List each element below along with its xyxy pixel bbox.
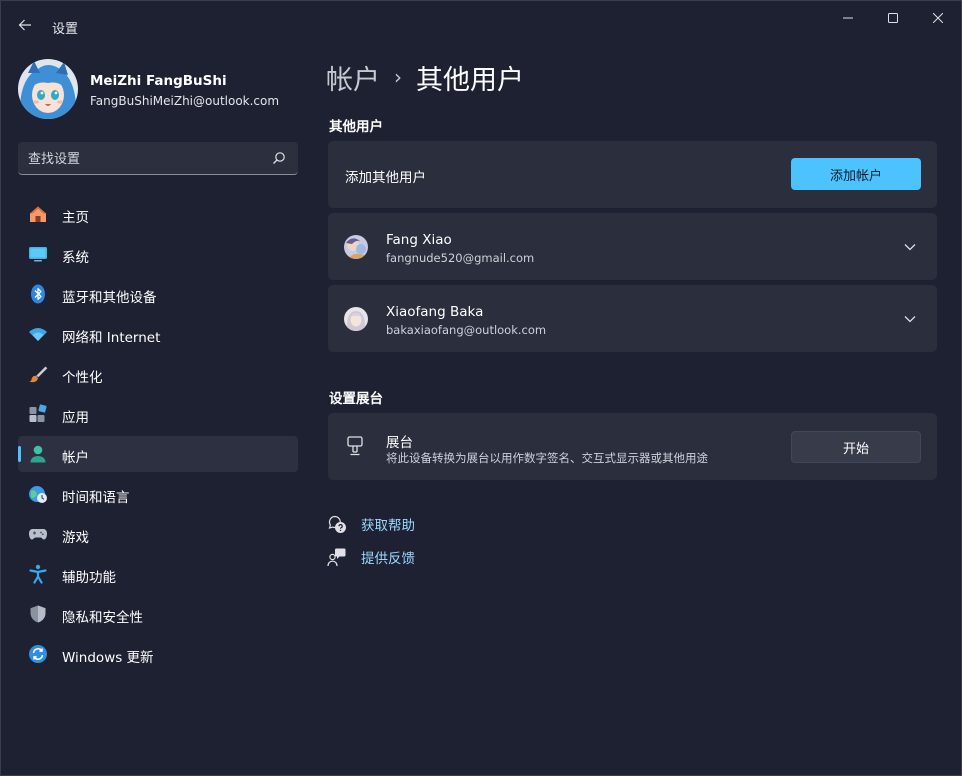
kiosk-description: 将此设备转换为展台以用作数字签名、交互式显示器或其他用途 [386, 451, 708, 465]
minimize-icon [843, 17, 853, 19]
profile-email: FangBuShiMeiZhi@outlook.com [90, 94, 280, 108]
profile-name: MeiZhi FangBuShi [90, 73, 227, 89]
user-avatar-icon [344, 235, 368, 259]
sidebar-item-label: 应用 [62, 410, 89, 426]
sidebar-item-network[interactable]: 网络和 Internet [18, 316, 298, 352]
bluetooth-icon [31, 284, 45, 304]
add-user-card: 添加其他用户 添加帐户 [328, 141, 937, 208]
avatar[interactable] [18, 59, 78, 119]
user-card-fang-xiao[interactable]: Fang Xiao fangnude520@gmail.com [328, 213, 937, 280]
apps-icon [29, 404, 47, 422]
profile-header[interactable]: MeiZhi FangBuShi FangBuShiMeiZhi@outlook… [18, 59, 298, 119]
sidebar-item-label: 游戏 [62, 530, 89, 546]
sidebar-item-label: 隐私和安全性 [62, 610, 143, 626]
person-icon [30, 445, 46, 463]
close-button[interactable] [915, 5, 961, 31]
user-avatar-icon [344, 307, 368, 331]
get-help-text: 获取帮助 [361, 518, 415, 534]
wifi-icon [29, 328, 47, 341]
user-card-xiaofang-baka[interactable]: Xiaofang Baka bakaxiaofang@outlook.com [328, 285, 937, 352]
user-email: fangnude520@gmail.com [386, 251, 535, 265]
user-name: Fang Xiao [386, 232, 452, 248]
sidebar-item-label: 主页 [62, 210, 89, 226]
sidebar-item-label: 系统 [62, 250, 89, 266]
sidebar-item-system[interactable]: 系统 [18, 236, 298, 272]
help-icon [328, 515, 346, 533]
sidebar-item-label: 网络和 Internet [62, 330, 161, 346]
active-indicator [18, 446, 21, 462]
section-title-other-users: 其他用户 [329, 119, 383, 135]
get-help-link[interactable]: 获取帮助 [327, 513, 415, 535]
user-email: bakaxiaofang@outlook.com [386, 323, 547, 337]
brush-icon [29, 366, 48, 383]
maximize-icon [888, 13, 898, 23]
close-icon [933, 13, 943, 23]
app-title: 设置 [52, 22, 79, 37]
sidebar-item-label: Windows 更新 [62, 650, 154, 666]
sidebar-item-accounts[interactable]: 帐户 [18, 436, 298, 472]
sidebar-item-apps[interactable]: 应用 [18, 396, 298, 432]
feedback-icon [327, 548, 346, 567]
back-arrow-icon [18, 19, 31, 31]
add-user-label: 添加其他用户 [345, 170, 426, 186]
sidebar-item-label: 帐户 [62, 450, 89, 466]
avatar [344, 307, 368, 331]
back-button[interactable] [11, 11, 39, 39]
shield-icon [30, 605, 46, 623]
sidebar-item-label: 辅助功能 [62, 570, 116, 586]
maximize-button[interactable] [870, 5, 916, 31]
avatar [344, 235, 368, 259]
sidebar-item-label: 时间和语言 [62, 490, 130, 506]
globe-clock-icon [29, 486, 47, 503]
add-account-button[interactable]: 添加帐户 [791, 158, 921, 190]
sidebar-item-time-language[interactable]: 时间和语言 [18, 476, 298, 512]
section-title-kiosk: 设置展台 [329, 391, 383, 407]
search-icon[interactable] [272, 151, 286, 165]
sidebar-item-personalization[interactable]: 个性化 [18, 356, 298, 392]
user-name: Xiaofang Baka [386, 304, 484, 320]
feedback-text: 提供反馈 [361, 551, 415, 567]
sidebar-item-label: 蓝牙和其他设备 [62, 290, 157, 306]
sidebar-item-gaming[interactable]: 游戏 [18, 516, 298, 552]
breadcrumb: 帐户 › 其他用户 [326, 57, 524, 97]
gamepad-icon [29, 529, 47, 540]
breadcrumb-parent[interactable]: 帐户 [326, 58, 380, 97]
update-icon [29, 645, 47, 663]
search-box[interactable] [18, 142, 298, 175]
settings-window: 设置 MeiZhi FangBuShi FangBuShiMeiZhi@outl… [0, 0, 962, 776]
accessibility-icon [29, 564, 47, 584]
kiosk-start-button[interactable]: 开始 [791, 431, 921, 463]
breadcrumb-separator: › [394, 65, 402, 89]
avatar-image-icon [18, 59, 78, 119]
sidebar-item-home[interactable]: 主页 [18, 196, 298, 232]
home-icon [30, 206, 46, 222]
sidebar-item-accessibility[interactable]: 辅助功能 [18, 556, 298, 592]
minimize-button[interactable] [825, 5, 871, 31]
monitor-icon [29, 247, 47, 262]
feedback-link[interactable]: 提供反馈 [327, 546, 415, 568]
kiosk-card: 展台 将此设备转换为展台以用作数字签名、交互式显示器或其他用途 开始 [328, 413, 937, 480]
kiosk-title: 展台 [386, 435, 413, 451]
chevron-down-icon[interactable] [902, 239, 918, 255]
search-input[interactable] [28, 149, 258, 169]
title-bar: 设置 [1, 1, 961, 49]
chevron-down-icon[interactable] [902, 311, 918, 327]
sidebar-item-windows-update[interactable]: Windows 更新 [18, 636, 298, 672]
sidebar-item-bluetooth[interactable]: 蓝牙和其他设备 [18, 276, 298, 312]
page-title: 其他用户 [416, 64, 524, 96]
kiosk-icon [347, 436, 363, 456]
sidebar-item-label: 个性化 [62, 370, 103, 386]
sidebar-item-privacy[interactable]: 隐私和安全性 [18, 596, 298, 632]
sidebar-nav: 主页 系统 蓝牙和其他设备 网络和 Internet 个性化 应用 帐户 时间和… [18, 196, 298, 676]
